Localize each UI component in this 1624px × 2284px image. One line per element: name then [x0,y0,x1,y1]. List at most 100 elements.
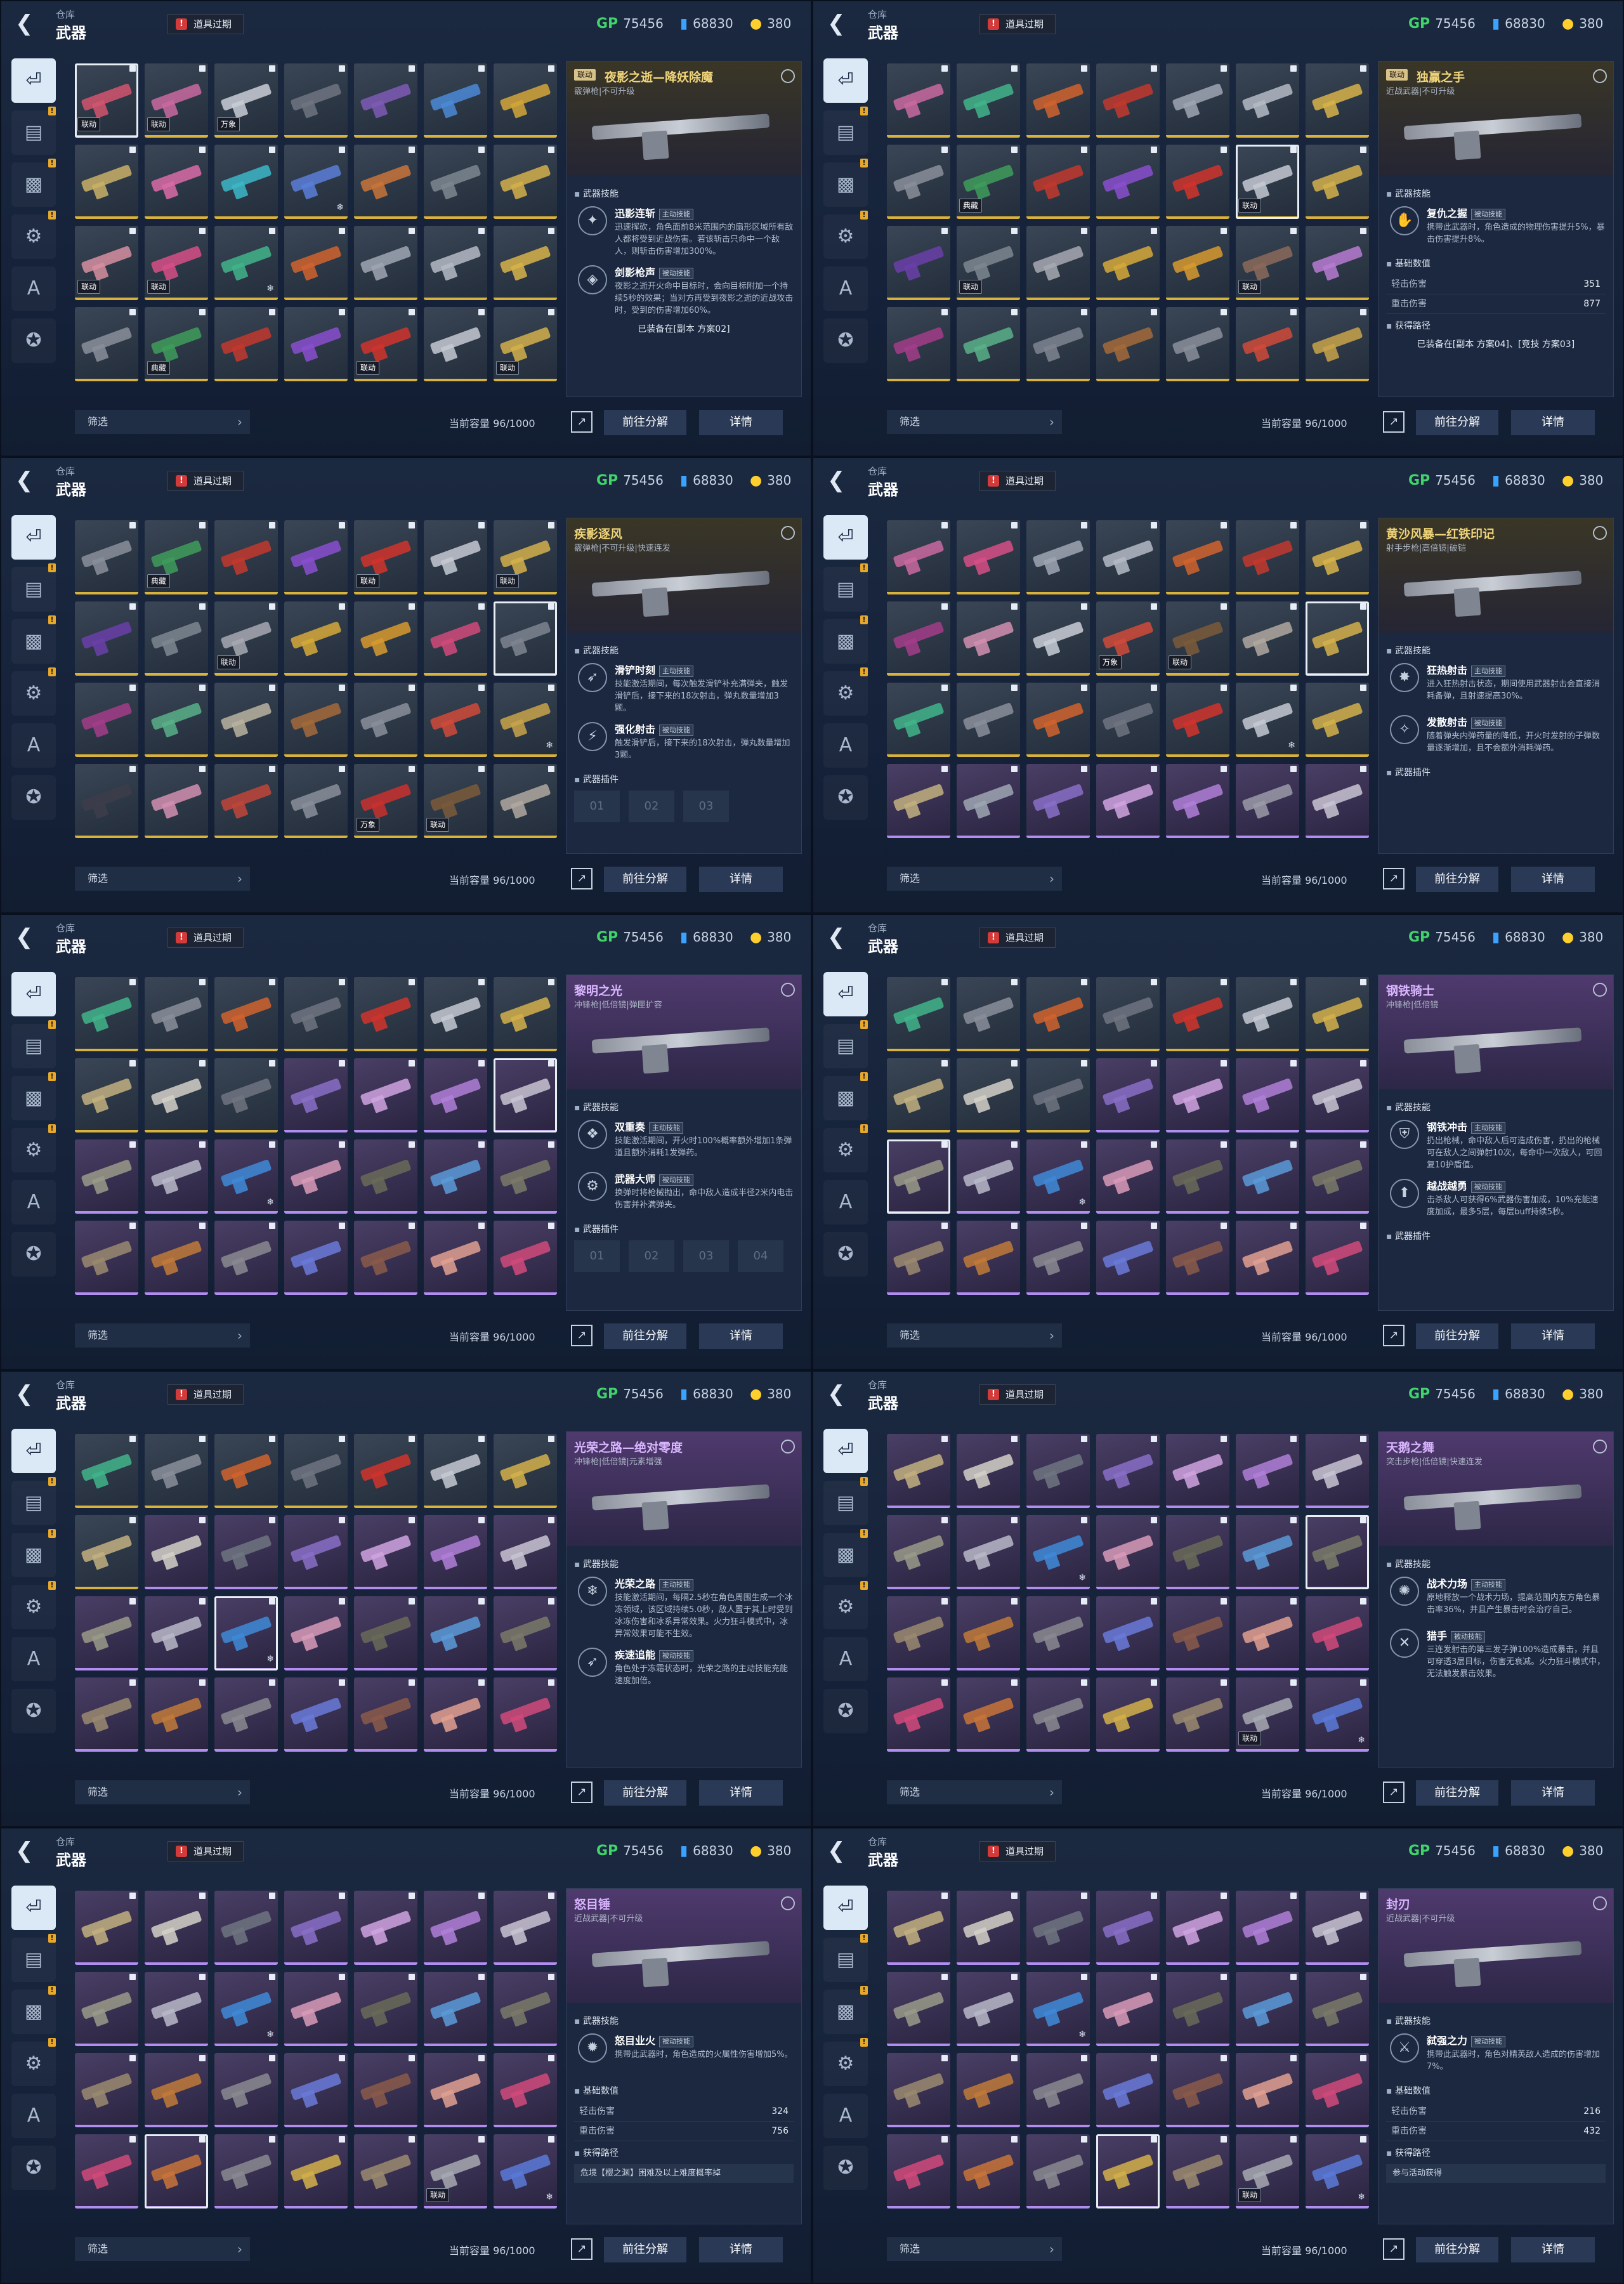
weapon-slot[interactable]: 联动 [354,520,417,594]
weapon-slot[interactable] [354,145,417,219]
weapon-slot[interactable] [1166,1139,1229,1214]
weapon-slot[interactable] [494,1221,557,1295]
sidebar-item-weapons[interactable]: ⏎ [11,58,56,103]
weapon-slot[interactable] [1236,63,1299,138]
weapon-slot[interactable] [354,1515,417,1589]
back-arrow-icon[interactable]: ❮ [15,925,39,949]
weapon-slot[interactable] [1166,1515,1229,1589]
lock-icon[interactable] [781,983,795,997]
sidebar-item-chips[interactable]: ▩! [823,1529,868,1577]
weapon-slot[interactable] [145,1434,208,1508]
expired-items-button[interactable]: ! 道具过期 [979,1384,1056,1405]
weapon-slot[interactable] [75,307,138,381]
weapon-slot[interactable] [75,977,138,1051]
weapon-slot[interactable]: 联动 [145,226,208,300]
weapon-slot[interactable] [75,2053,138,2127]
weapon-slot[interactable]: ❄ [494,683,557,757]
sidebar-item-emblems[interactable]: ✪ [823,318,868,363]
weapon-slot[interactable]: 联动 [424,764,487,838]
weapon-slot[interactable] [354,1058,417,1132]
weapon-slot[interactable] [284,1891,348,1965]
decompose-button[interactable]: 前往分解 [1416,1323,1498,1349]
weapon-slot[interactable] [957,1139,1020,1214]
weapon-slot[interactable] [887,307,950,381]
weapon-slot[interactable]: ❄ [1026,1972,1090,2046]
weapon-slot[interactable] [354,683,417,757]
sidebar-item-weapons[interactable]: ⏎ [823,1886,868,1930]
details-button[interactable]: 详情 [699,410,783,435]
weapon-slot[interactable] [284,2134,348,2209]
sidebar-item-skins[interactable]: A [823,2094,868,2138]
details-button[interactable]: 详情 [699,1323,783,1349]
weapon-slot[interactable] [1306,1515,1369,1589]
weapon-slot[interactable] [494,1515,557,1589]
weapon-slot[interactable] [957,520,1020,594]
weapon-slot[interactable] [1306,977,1369,1051]
weapon-slot[interactable] [284,1677,348,1752]
back-arrow-icon[interactable]: ❮ [15,1382,39,1406]
sidebar-item-skins[interactable]: A [11,1637,56,1681]
weapon-slot[interactable] [1306,1972,1369,2046]
weapon-slot[interactable] [887,63,950,138]
weapon-slot[interactable] [1306,601,1369,676]
weapon-slot[interactable] [494,764,557,838]
weapon-slot[interactable] [1026,1677,1090,1752]
weapon-slot[interactable] [214,1434,278,1508]
weapon-slot[interactable] [354,2053,417,2127]
weapon-slot[interactable] [1096,1058,1160,1132]
sidebar-item-armor[interactable]: ▤! [11,563,56,612]
weapon-slot[interactable]: ❄ [1026,1139,1090,1214]
weapon-slot[interactable] [1026,1434,1090,1508]
weapon-slot[interactable] [354,1596,417,1670]
weapon-slot[interactable] [424,1891,487,1965]
lock-icon[interactable] [1593,526,1607,540]
weapon-slot[interactable]: 联动 [354,307,417,381]
filter-button[interactable]: 筛选 › [75,2237,250,2261]
weapon-slot[interactable] [887,145,950,219]
weapon-slot[interactable]: 联动 [1236,226,1299,300]
lock-icon[interactable] [781,69,795,83]
weapon-slot[interactable] [145,1972,208,2046]
weapon-slot[interactable] [957,977,1020,1051]
weapon-slot[interactable] [1306,683,1369,757]
weapon-slot[interactable] [75,1434,138,1508]
weapon-slot[interactable] [887,683,950,757]
weapon-slot[interactable] [284,1434,348,1508]
weapon-slot[interactable]: ❄ [1236,683,1299,757]
weapon-slot[interactable] [424,683,487,757]
sidebar-item-chips[interactable]: ▩! [823,1072,868,1120]
weapon-slot[interactable] [284,307,348,381]
weapon-slot[interactable] [424,145,487,219]
weapon-slot[interactable] [214,764,278,838]
decompose-button[interactable]: 前往分解 [1416,867,1498,892]
weapon-slot[interactable] [145,683,208,757]
sidebar-item-armor[interactable]: ▤! [823,1477,868,1525]
weapon-slot[interactable] [1166,764,1229,838]
sidebar-item-armor[interactable]: ▤! [11,107,56,155]
filter-button[interactable]: 筛选 › [75,1780,250,1804]
weapon-slot[interactable] [494,601,557,676]
weapon-slot[interactable] [1026,226,1090,300]
weapon-slot[interactable]: 联动 [214,601,278,676]
decompose-button[interactable]: 前往分解 [1416,1780,1498,1806]
weapon-slot[interactable] [887,1972,950,2046]
sidebar-item-armor[interactable]: ▤! [11,1477,56,1525]
weapon-slot[interactable] [1306,520,1369,594]
sidebar-item-emblems[interactable]: ✪ [11,1232,56,1277]
weapon-slot[interactable] [1306,63,1369,138]
weapon-slot[interactable] [1026,1058,1090,1132]
sidebar-item-chips[interactable]: ▩! [11,1529,56,1577]
sidebar-item-skins[interactable]: A [823,723,868,768]
sidebar-item-emblems[interactable]: ✪ [11,1689,56,1733]
sidebar-item-weapons[interactable]: ⏎ [823,58,868,103]
weapon-slot[interactable] [1166,520,1229,594]
sidebar-item-vehicles[interactable]: ⚙! [823,1581,868,1629]
weapon-slot[interactable] [145,1058,208,1132]
weapon-slot[interactable] [284,63,348,138]
details-button[interactable]: 详情 [699,2237,783,2262]
weapon-slot[interactable] [887,1434,950,1508]
weapon-slot[interactable] [284,683,348,757]
weapon-slot[interactable] [354,977,417,1051]
weapon-slot[interactable] [284,2053,348,2127]
sidebar-item-weapons[interactable]: ⏎ [823,515,868,560]
